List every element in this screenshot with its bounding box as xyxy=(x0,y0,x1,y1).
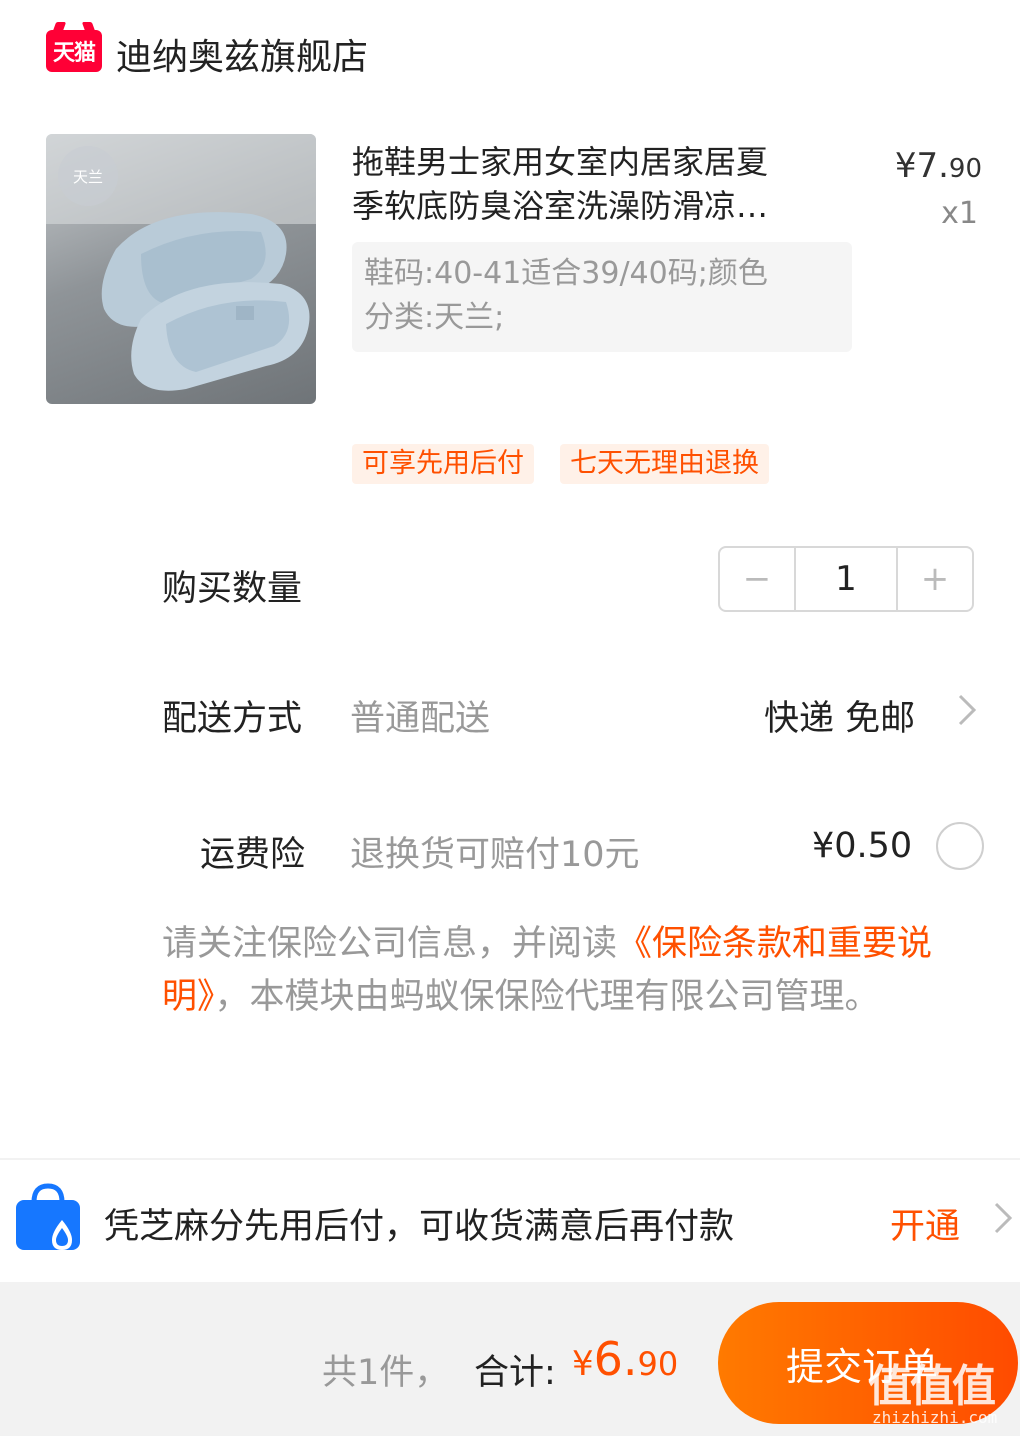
total-label: 合计: xyxy=(474,1353,556,1393)
tmall-logo-text: 天猫 xyxy=(52,41,96,66)
quantity-value[interactable]: 1 xyxy=(794,548,898,610)
chevron-right-icon[interactable] xyxy=(992,1200,1014,1236)
sku-line1: 鞋码:40-41适合39/40码;颜色 xyxy=(364,256,768,291)
order-card: 天猫 迪纳奥兹旗舰店 天兰 拖鞋男士家用女室内居家居夏 季软底防臭浴室洗澡防滑凉… xyxy=(0,0,1020,1158)
total-amount: ¥6.90 xyxy=(572,1332,678,1386)
tmall-logo-icon: 天猫 xyxy=(46,30,102,72)
sku-line2: 分类:天兰; xyxy=(364,300,505,335)
zhima-open-button[interactable]: 开通 xyxy=(890,1198,960,1249)
price-symbol: ¥ xyxy=(894,146,917,186)
total-int: 6. xyxy=(593,1332,638,1386)
shop-name[interactable]: 迪纳奥兹旗舰店 xyxy=(116,28,368,80)
watermark-url: zhizhizhi.com xyxy=(872,1408,998,1427)
shipping-label: 配送方式 xyxy=(162,699,303,739)
shopping-bag-icon xyxy=(16,1183,80,1250)
quantity-label: 购买数量 xyxy=(162,569,303,609)
zhima-text: 凭芝麻分先用后付，可收货满意后再付款 xyxy=(104,1207,735,1247)
insurance-label: 运费险 xyxy=(200,835,306,875)
quantity-minus-button[interactable]: − xyxy=(720,548,794,610)
watermark-brand: 值值值 xyxy=(868,1361,996,1412)
checkout-footer: 共1件， 合计: ¥6.90 提交订单 xyxy=(0,1282,1020,1436)
product-quantity: x1 xyxy=(941,196,978,231)
tag-seven-day-return: 七天无理由退换 xyxy=(560,444,769,484)
product-image[interactable]: 天兰 xyxy=(46,134,316,404)
zhima-pay-later-bar[interactable]: 凭芝麻分先用后付，可收货满意后再付款 开通 xyxy=(0,1160,1020,1282)
shipping-method: 普通配送 xyxy=(350,699,491,739)
quantity-plus-button[interactable]: + xyxy=(898,548,972,610)
shipping-value[interactable]: 快递 免邮 xyxy=(764,690,915,741)
insurance-radio[interactable] xyxy=(936,822,984,870)
insurance-description: 退换货可赔付10元 xyxy=(350,835,640,875)
image-color-label: 天兰 xyxy=(58,146,118,206)
price-dec: 90 xyxy=(948,154,982,184)
product-price: ¥7.90 xyxy=(895,146,982,186)
total-currency: ¥ xyxy=(572,1344,594,1384)
price-int: 7. xyxy=(916,146,949,186)
tag-pay-later: 可享先用后付 xyxy=(352,444,534,484)
total-dec: 90 xyxy=(637,1345,679,1383)
item-count: 共1件， xyxy=(322,1353,450,1393)
chevron-right-icon[interactable] xyxy=(956,692,978,728)
insurance-price: ¥0.50 xyxy=(812,826,913,866)
notice-text-after: ，本模块由蚂蚁保保险代理有限公司管理。 xyxy=(214,977,880,1017)
sku-box[interactable]: 鞋码:40-41适合39/40码;颜色 分类:天兰; xyxy=(352,242,852,352)
product-title-line2: 季软底防臭浴室洗澡防滑凉… xyxy=(352,187,769,225)
product-title[interactable]: 拖鞋男士家用女室内居家居夏 季软底防臭浴室洗澡防滑凉… xyxy=(352,140,832,228)
product-title-line1: 拖鞋男士家用女室内居家居夏 xyxy=(352,143,769,181)
notice-text-before: 请关注保险公司信息，并阅读 xyxy=(162,924,618,964)
quantity-stepper: − 1 + xyxy=(718,546,974,612)
insurance-notice: 请关注保险公司信息，并阅读《保险条款和重要说明》，本模块由蚂蚁保保险代理有限公司… xyxy=(162,918,992,1024)
